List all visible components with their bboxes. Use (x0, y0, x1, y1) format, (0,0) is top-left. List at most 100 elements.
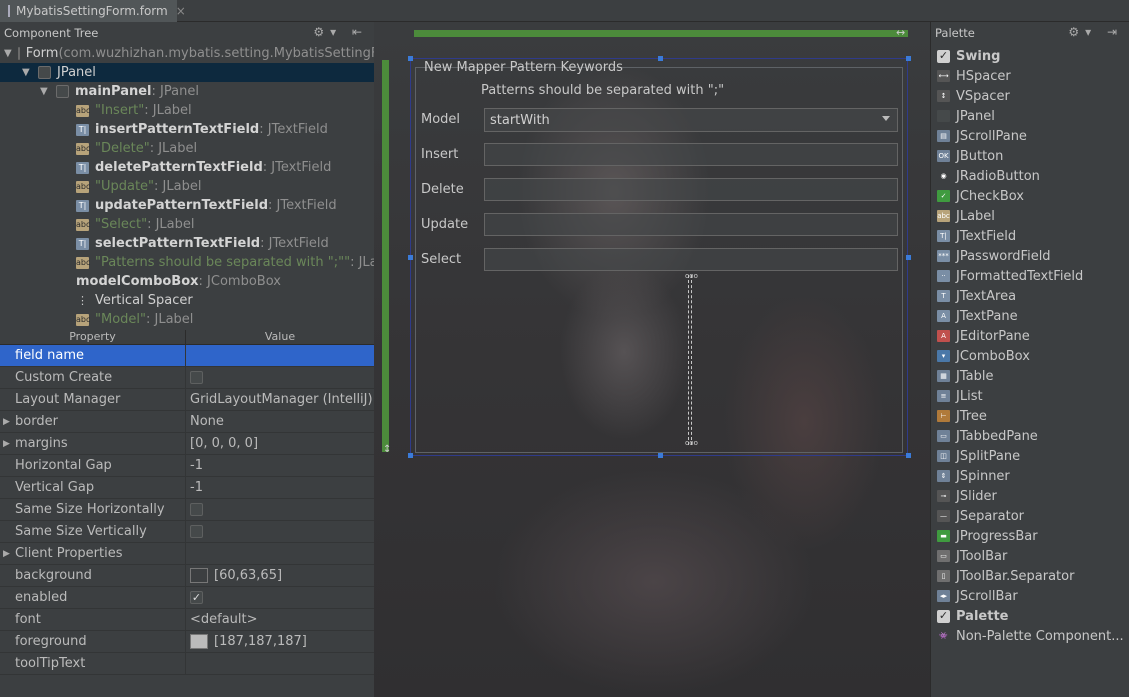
property-value[interactable] (186, 521, 374, 542)
property-name[interactable]: Horizontal Gap (0, 455, 186, 476)
resize-handle-sw[interactable] (408, 453, 413, 458)
resize-handle-e[interactable] (906, 255, 911, 260)
insert-label[interactable]: Insert (421, 147, 458, 162)
resize-vertical-icon[interactable]: ↕ (383, 444, 391, 455)
palette-item[interactable]: JPanel (937, 106, 995, 126)
component-checkbox[interactable] (56, 85, 69, 98)
row-header-bar[interactable] (382, 60, 389, 452)
property-value[interactable] (186, 543, 374, 564)
palette-item[interactable]: ▭ JToolBar (937, 546, 1007, 566)
palette-tools[interactable]: ⚙▾ ⇥ (1068, 25, 1123, 39)
property-row[interactable]: field name (0, 345, 374, 367)
tree-node[interactable]: T| deletePatternTextField : JTextField (0, 158, 374, 177)
property-row[interactable]: background [60,63,65] (0, 565, 374, 587)
palette-item[interactable]: abc JLabel (937, 206, 995, 226)
tree-node[interactable]: abc "Insert" : JLabel (0, 101, 374, 120)
tree-node[interactable]: ▾modelComboBox : JComboBox (0, 272, 374, 291)
property-row[interactable]: ▶ border None (0, 411, 374, 433)
resize-handle-nw[interactable] (408, 56, 413, 61)
palette-item[interactable]: ⊢ JTree (937, 406, 987, 426)
component-checkbox[interactable] (17, 47, 20, 60)
palette-item[interactable]: ▤ JScrollPane (937, 126, 1027, 146)
tree-node[interactable]: T| insertPatternTextField : JTextField (0, 120, 374, 139)
resize-horizontal-icon[interactable]: ↔ (896, 26, 905, 39)
tree-node[interactable]: T| updatePatternTextField : JTextField (0, 196, 374, 215)
group-check-icon[interactable]: ✓ (937, 609, 950, 623)
property-name[interactable]: ▶ margins (0, 433, 186, 454)
property-name[interactable]: Same Size Vertically (0, 521, 186, 542)
property-row[interactable]: toolTipText (0, 653, 374, 675)
expand-triangle-icon[interactable]: ▶ (3, 417, 10, 427)
palette-item[interactable]: ≡ JList (937, 386, 983, 406)
palette-item[interactable]: ▾ JComboBox (937, 346, 1030, 366)
palette-group[interactable]: ✓ Swing (937, 46, 1000, 66)
palette-item[interactable]: ⊸ JSlider (937, 486, 997, 506)
property-value[interactable] (186, 499, 374, 520)
insert-pattern-field[interactable] (484, 143, 898, 166)
tree-node[interactable]: abc "Select" : JLabel (0, 215, 374, 234)
palette-item[interactable]: ▬ JProgressBar (937, 526, 1038, 546)
palette-item[interactable]: OK JButton (937, 146, 1003, 166)
palette-item[interactable]: ▯ JToolBar.Separator (937, 566, 1074, 586)
property-checkbox-checked[interactable]: ✓ (190, 591, 203, 604)
property-value[interactable]: ✓ (186, 587, 374, 608)
palette-item[interactable]: T JTextArea (937, 286, 1016, 306)
property-value[interactable]: [0, 0, 0, 0] (186, 433, 374, 454)
property-name[interactable]: Layout Manager (0, 389, 186, 410)
property-row[interactable]: enabled ✓ (0, 587, 374, 609)
palette-item[interactable]: A JTextPane (937, 306, 1018, 326)
property-row[interactable]: Horizontal Gap -1 (0, 455, 374, 477)
property-value[interactable]: [60,63,65] (186, 565, 374, 586)
delete-pattern-field[interactable] (484, 178, 898, 201)
property-name[interactable]: font (0, 609, 186, 630)
update-label[interactable]: Update (421, 217, 468, 232)
expand-triangle-icon[interactable]: ▶ (3, 549, 10, 559)
tree-node[interactable]: abc "Delete" : JLabel (0, 139, 374, 158)
design-surface[interactable]: ↔ ↕ New Mapper Pattern Keywords Patterns… (374, 22, 930, 697)
expand-triangle-icon[interactable]: ▼ (22, 67, 32, 78)
property-row[interactable]: foreground [187,187,187] (0, 631, 374, 653)
editor-tab[interactable]: MybatisSettingForm.form × (0, 0, 186, 22)
property-row[interactable]: Vertical Gap -1 (0, 477, 374, 499)
palette-item[interactable]: A JEditorPane (937, 326, 1030, 346)
property-value[interactable]: None (186, 411, 374, 432)
tree-node[interactable]: ▼ JPanel (0, 63, 374, 82)
palette-item[interactable]: ◂▸ JScrollBar (937, 586, 1018, 606)
expand-triangle-icon[interactable]: ▼ (4, 48, 12, 59)
tree-node[interactable]: ▼ mainPanel : JPanel (0, 82, 374, 101)
component-tree-tools[interactable]: ⚙▾ ⇤ (313, 25, 368, 39)
property-value[interactable]: <default> (186, 609, 374, 630)
palette-item[interactable]: ▦ JTable (937, 366, 993, 386)
property-name[interactable]: background (0, 565, 186, 586)
palette-item[interactable]: ↕ VSpacer (937, 86, 1010, 106)
property-checkbox[interactable] (190, 371, 203, 384)
property-name[interactable]: field name (0, 345, 186, 366)
update-pattern-field[interactable] (484, 213, 898, 236)
expand-triangle-icon[interactable]: ▶ (3, 439, 10, 449)
property-value[interactable] (186, 653, 374, 674)
property-column-header[interactable]: Property (0, 330, 186, 344)
resize-handle-w[interactable] (408, 255, 413, 260)
property-name[interactable]: Same Size Horizontally (0, 499, 186, 520)
tree-node[interactable]: ▼ Form (com.wuzhizhan.mybatis.setting.Myb… (0, 44, 374, 63)
tree-node[interactable]: abc "Model" : JLabel (0, 310, 374, 329)
property-name[interactable]: Vertical Gap (0, 477, 186, 498)
tree-node[interactable]: T| selectPatternTextField : JTextField (0, 234, 374, 253)
vertical-spacer[interactable] (688, 275, 692, 445)
column-header-bar[interactable] (414, 30, 908, 37)
palette-item[interactable]: T| JTextField (937, 226, 1016, 246)
property-value[interactable]: GridLayoutManager (IntelliJ) (186, 389, 374, 410)
property-name[interactable]: toolTipText (0, 653, 186, 674)
palette-item[interactable]: ⇕ JSpinner (937, 466, 1010, 486)
property-name[interactable]: foreground (0, 631, 186, 652)
tree-node[interactable]: abc "Patterns should be separated with ";… (0, 253, 374, 272)
property-row[interactable]: font <default> (0, 609, 374, 631)
property-row[interactable]: Layout Manager GridLayoutManager (Intelli… (0, 389, 374, 411)
resize-handle-se[interactable] (906, 453, 911, 458)
property-row[interactable]: ▶ margins [0, 0, 0, 0] (0, 433, 374, 455)
close-tab-icon[interactable]: × (176, 4, 186, 18)
expand-triangle-icon[interactable]: ▼ (40, 86, 50, 97)
property-row[interactable]: Same Size Vertically (0, 521, 374, 543)
property-value[interactable]: -1 (186, 455, 374, 476)
palette-item[interactable]: 👾 Non-Palette Component... (937, 626, 1124, 646)
